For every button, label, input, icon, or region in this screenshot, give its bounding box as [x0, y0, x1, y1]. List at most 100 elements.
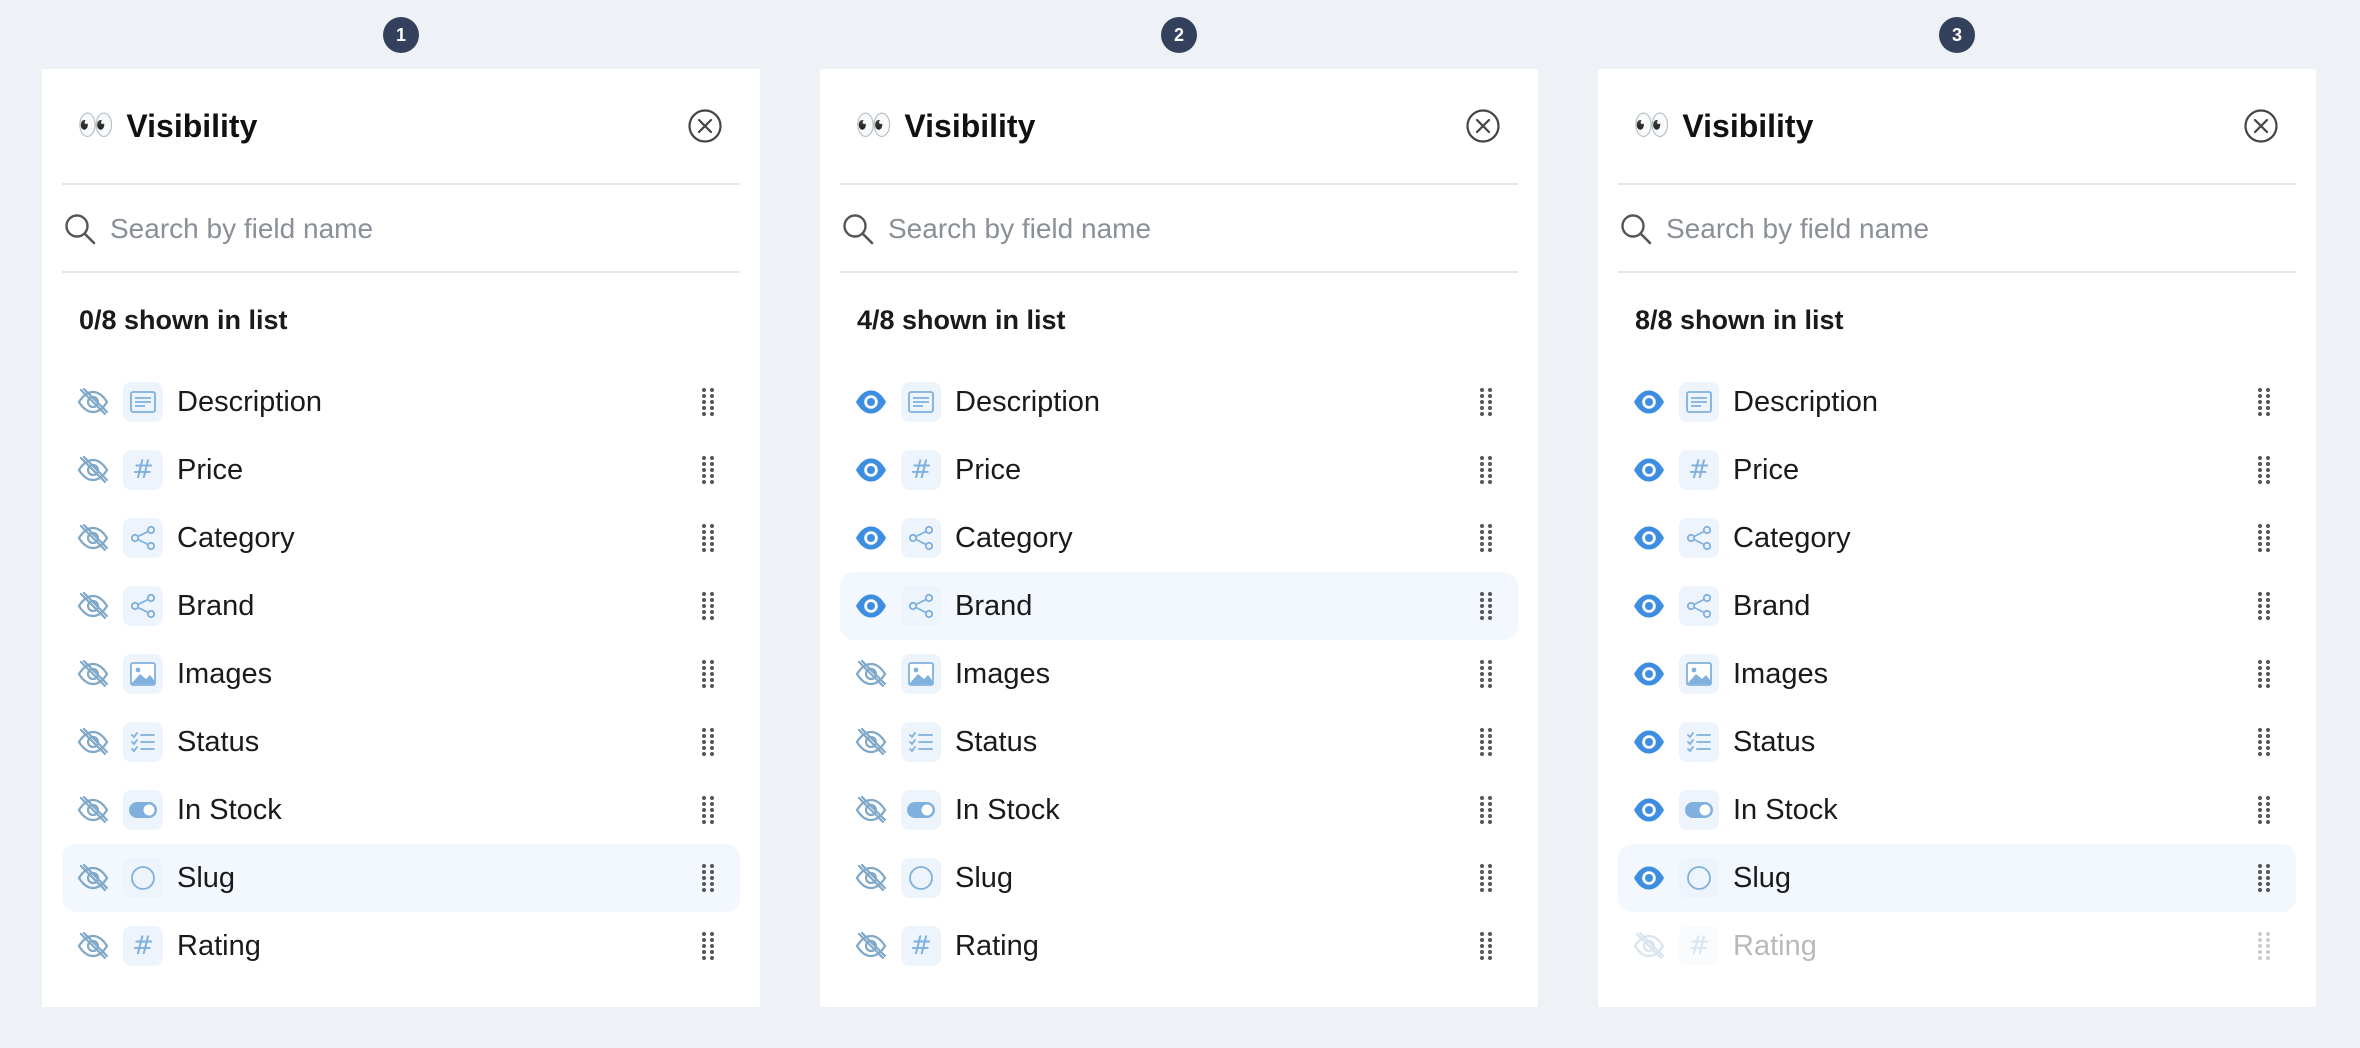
drag-handle-icon[interactable] [2250, 790, 2278, 830]
share-icon [123, 518, 163, 558]
drag-handle-icon[interactable] [694, 586, 722, 626]
field-row[interactable]: Status [1618, 708, 2296, 776]
close-button[interactable] [686, 107, 724, 145]
field-row[interactable]: Category [840, 504, 1518, 572]
drag-handle-icon[interactable] [694, 518, 722, 558]
field-row[interactable]: Slug [1618, 844, 2296, 912]
drag-handle-icon[interactable] [1472, 926, 1500, 966]
field-row[interactable]: In Stock [840, 776, 1518, 844]
field-label: Category [1733, 521, 1851, 554]
drag-handle-icon[interactable] [1472, 382, 1500, 422]
field-row[interactable]: Slug [840, 844, 1518, 912]
field-row[interactable]: Category [62, 504, 740, 572]
eye-off-icon[interactable] [853, 928, 889, 964]
eye-off-icon[interactable] [75, 384, 111, 420]
field-row[interactable]: Brand [1618, 572, 2296, 640]
field-row[interactable]: # Price [62, 436, 740, 504]
field-label: Price [955, 453, 1022, 486]
eye-icon[interactable] [1631, 860, 1667, 896]
eye-off-icon[interactable] [75, 588, 111, 624]
image-icon [1679, 654, 1719, 694]
eye-icon[interactable] [1631, 656, 1667, 692]
eye-off-icon[interactable] [853, 724, 889, 760]
field-row[interactable]: # Price [840, 436, 1518, 504]
drag-handle-icon[interactable] [1472, 722, 1500, 762]
drag-handle-icon[interactable] [2250, 382, 2278, 422]
circle-icon [1679, 858, 1719, 898]
field-row[interactable]: # Rating [62, 912, 740, 980]
eye-icon[interactable] [853, 520, 889, 556]
search-input[interactable] [1666, 213, 2296, 245]
eye-off-icon[interactable] [75, 520, 111, 556]
field-row[interactable]: Description [62, 368, 740, 436]
search-input[interactable] [888, 213, 1518, 245]
field-row[interactable]: Images [62, 640, 740, 708]
search-row [840, 187, 1518, 273]
eye-icon[interactable] [853, 588, 889, 624]
drag-handle-icon[interactable] [694, 790, 722, 830]
visibility-panel: 👀 Visibility 0/8 shown [42, 69, 760, 1007]
field-row[interactable]: Description [840, 368, 1518, 436]
drag-handle-icon[interactable] [1472, 654, 1500, 694]
drag-handle-icon[interactable] [694, 926, 722, 966]
drag-handle-icon[interactable] [694, 858, 722, 898]
eye-off-icon[interactable] [75, 724, 111, 760]
eye-icon[interactable] [853, 384, 889, 420]
field-row[interactable]: # Rating [840, 912, 1518, 980]
drag-handle-icon[interactable] [694, 722, 722, 762]
drag-handle-icon[interactable] [694, 654, 722, 694]
field-row[interactable]: Status [840, 708, 1518, 776]
eye-off-icon[interactable] [75, 792, 111, 828]
search-input[interactable] [110, 213, 740, 245]
eye-icon[interactable] [1631, 724, 1667, 760]
panel-header: 👀 Visibility [1618, 69, 2296, 185]
field-row[interactable]: Category [1618, 504, 2296, 572]
field-row[interactable]: Brand [840, 572, 1518, 640]
field-row[interactable]: In Stock [1618, 776, 2296, 844]
drag-handle-icon[interactable] [1472, 518, 1500, 558]
drag-handle-icon[interactable] [2250, 518, 2278, 558]
share-icon [901, 518, 941, 558]
eye-off-icon[interactable] [853, 656, 889, 692]
eye-off-icon[interactable] [1631, 928, 1667, 964]
search-row [62, 187, 740, 273]
field-row[interactable]: Images [840, 640, 1518, 708]
field-label: Brand [955, 589, 1033, 622]
drag-handle-icon[interactable] [1472, 790, 1500, 830]
eye-off-icon[interactable] [853, 792, 889, 828]
visibility-panel: 👀 Visibility 8/8 shown [1598, 69, 2316, 1007]
eye-off-icon[interactable] [75, 656, 111, 692]
close-button[interactable] [2242, 107, 2280, 145]
field-row[interactable]: Slug [62, 844, 740, 912]
eye-icon[interactable] [1631, 792, 1667, 828]
drag-handle-icon[interactable] [1472, 858, 1500, 898]
field-row[interactable]: In Stock [62, 776, 740, 844]
eye-off-icon[interactable] [75, 452, 111, 488]
field-row[interactable]: # Price [1618, 436, 2296, 504]
drag-handle-icon[interactable] [2250, 926, 2278, 966]
field-row[interactable]: # Rating [1618, 912, 2296, 980]
field-row[interactable]: Status [62, 708, 740, 776]
field-row[interactable]: Brand [62, 572, 740, 640]
eye-icon[interactable] [1631, 588, 1667, 624]
eye-icon[interactable] [853, 452, 889, 488]
field-row[interactable]: Images [1618, 640, 2296, 708]
drag-handle-icon[interactable] [2250, 858, 2278, 898]
drag-handle-icon[interactable] [694, 450, 722, 490]
close-button[interactable] [1464, 107, 1502, 145]
eye-icon[interactable] [1631, 520, 1667, 556]
drag-handle-icon[interactable] [2250, 722, 2278, 762]
drag-handle-icon[interactable] [1472, 586, 1500, 626]
drag-handle-icon[interactable] [2250, 586, 2278, 626]
drag-handle-icon[interactable] [2250, 450, 2278, 490]
drag-handle-icon[interactable] [2250, 654, 2278, 694]
eye-off-icon[interactable] [75, 860, 111, 896]
share-icon [123, 586, 163, 626]
drag-handle-icon[interactable] [694, 382, 722, 422]
drag-handle-icon[interactable] [1472, 450, 1500, 490]
field-row[interactable]: Description [1618, 368, 2296, 436]
eye-icon[interactable] [1631, 384, 1667, 420]
eye-off-icon[interactable] [853, 860, 889, 896]
eye-icon[interactable] [1631, 452, 1667, 488]
eye-off-icon[interactable] [75, 928, 111, 964]
